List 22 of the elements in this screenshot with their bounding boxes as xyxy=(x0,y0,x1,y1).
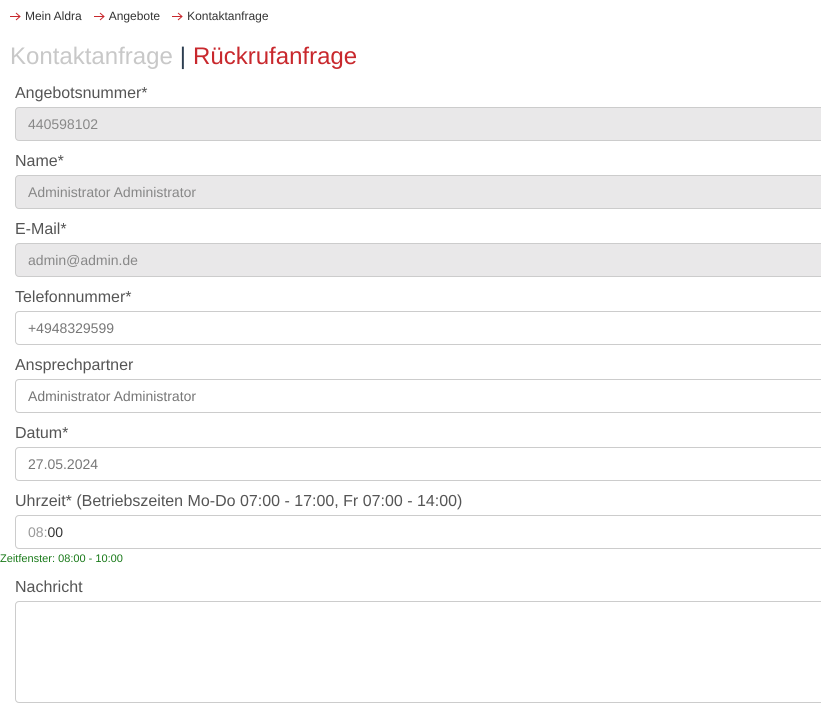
breadcrumb-link[interactable]: Mein Aldra xyxy=(25,9,82,23)
hint-text: Zeitfenster: 08:00 - 10:00 xyxy=(0,552,124,567)
field-label: E-Mail* xyxy=(15,220,68,240)
arrow-icon xyxy=(10,12,21,20)
field-label: Datum* xyxy=(15,424,70,444)
input-field[interactable]: +4948329599 xyxy=(15,311,821,345)
field-label: Name* xyxy=(15,152,65,172)
field-label: Nachricht xyxy=(15,578,84,598)
divider-text: | xyxy=(180,43,186,71)
field-label: Uhrzeit* (Betriebszeiten Mo-Do 07:00 - 17:00, Fr 07:00 - 14:00) xyxy=(15,492,464,512)
field-label: Angebotsnummer* xyxy=(15,84,149,104)
field-label: Telefonnummer* xyxy=(15,288,132,308)
message-field[interactable] xyxy=(15,601,821,703)
time-field[interactable]: 08:00 xyxy=(15,515,821,549)
heading-tab[interactable]: Rückrufanfrage xyxy=(193,43,358,71)
breadcrumb-link[interactable]: Kontaktanfrage xyxy=(187,9,268,23)
input-field[interactable]: Administrator Administrator xyxy=(15,379,821,413)
input-field[interactable]: 27.05.2024 xyxy=(15,447,821,481)
arrow-icon xyxy=(94,12,105,20)
arrow-icon xyxy=(172,12,184,20)
field-label: Ansprechpartner xyxy=(15,356,134,376)
breadcrumb-link[interactable]: Angebote xyxy=(108,9,160,23)
